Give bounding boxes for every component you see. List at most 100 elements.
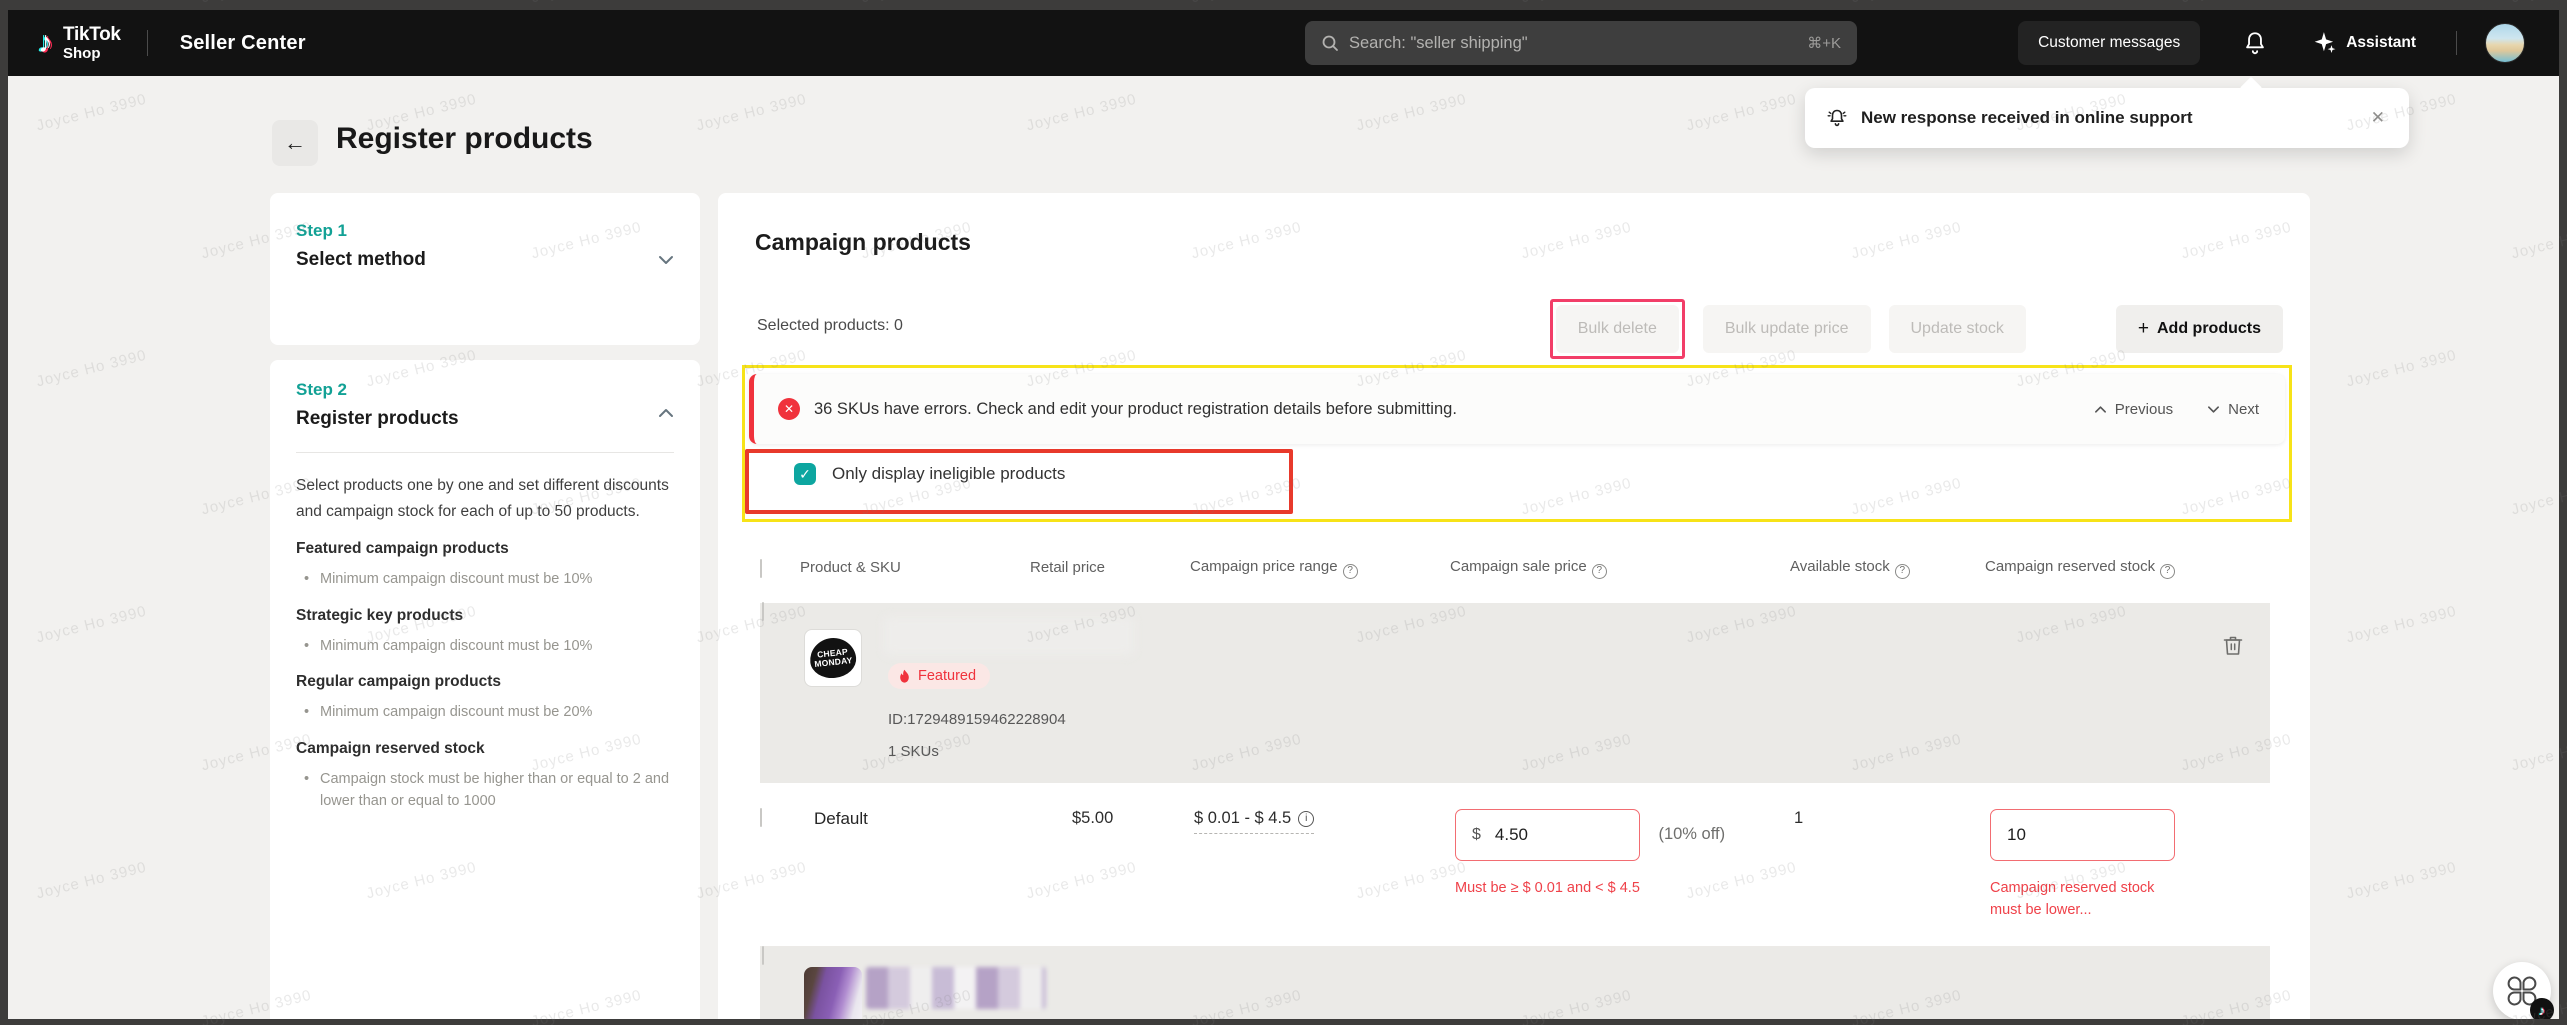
- product-group-row: CHEAP MONDAY Featured ID:172948915946222…: [760, 603, 2270, 783]
- product-group-row: [760, 947, 2270, 1019]
- info-icon[interactable]: i: [1298, 811, 1314, 827]
- assistant-label: Assistant: [2346, 34, 2416, 52]
- section-heading: Regular campaign products: [296, 673, 674, 691]
- search-placeholder: Search: "seller shipping": [1349, 34, 1807, 53]
- section-bullet: Minimum campaign discount must be 20%: [296, 701, 674, 723]
- currency-prefix: $: [1472, 826, 1481, 844]
- section-heading: Strategic key products: [296, 607, 674, 625]
- col-retail-price: Retail price: [1030, 558, 1190, 578]
- product-id: ID:1729489159462228904: [888, 711, 1066, 728]
- product-image: CHEAP MONDAY: [804, 629, 862, 687]
- customer-messages-button[interactable]: Customer messages: [2018, 21, 2200, 65]
- help-icon[interactable]: ?: [1343, 564, 1358, 579]
- notifications-bell-icon[interactable]: [2242, 30, 2268, 56]
- step2-card: Step 2 Register products Select products…: [270, 360, 700, 1019]
- error-banner-message: 36 SKUs have errors. Check and edit your…: [814, 400, 2094, 419]
- logo-text-tiktok: TikTok: [63, 25, 121, 44]
- step1-title: Select method: [296, 249, 674, 271]
- browser-viewport: ♪ TikTok Shop Seller Center Search: "sel…: [8, 10, 2559, 1019]
- chevron-down-icon[interactable]: [658, 255, 674, 265]
- sku-checkbox[interactable]: [760, 808, 762, 827]
- discount-note: (10% off): [1658, 825, 1725, 843]
- flame-icon: [898, 669, 911, 684]
- product-name-redacted: [884, 617, 1134, 655]
- col-campaign-reserved-stock: Campaign reserved stock?: [1985, 557, 2195, 578]
- nav-divider: [2456, 31, 2457, 55]
- chevron-down-icon: [2207, 405, 2220, 414]
- product-image: [804, 967, 862, 1019]
- reserved-stock-error: Campaign reserved stock must be lower...: [1990, 877, 2175, 922]
- bulk-delete-button[interactable]: Bulk delete: [1556, 305, 1679, 353]
- col-campaign-price-range: Campaign price range?: [1190, 557, 1450, 578]
- section-heading: Campaign reserved stock: [296, 740, 674, 758]
- sku-row: Default $5.00 $ 0.01 - $ 4.5 i $ (10% of…: [760, 783, 2270, 947]
- ringing-bell-icon: [1825, 106, 1849, 130]
- campaign-sale-price-input[interactable]: [1495, 825, 1595, 845]
- campaign-price-range-value: $ 0.01 - $ 4.5 i: [1194, 809, 1314, 834]
- section-bullet: Campaign stock must be higher than or eq…: [296, 768, 674, 813]
- add-products-button[interactable]: + Add products: [2116, 305, 2283, 353]
- divider: [296, 452, 674, 453]
- bulk-actions-row: Bulk delete Bulk update price Update sto…: [1550, 299, 2283, 359]
- campaign-sale-price-field: $: [1455, 809, 1640, 861]
- top-navbar: ♪ TikTok Shop Seller Center Search: "sel…: [8, 10, 2559, 76]
- featured-badge: Featured: [888, 663, 990, 689]
- help-icon[interactable]: ?: [1592, 564, 1607, 579]
- ineligible-filter-label: Only display ineligible products: [832, 464, 1065, 484]
- product-checkbox[interactable]: [762, 946, 764, 965]
- bulk-update-price-button[interactable]: Bulk update price: [1703, 305, 1871, 353]
- logo-text-shop: Shop: [63, 46, 121, 61]
- product-checkbox[interactable]: [762, 602, 764, 621]
- previous-error-button[interactable]: Previous: [2094, 401, 2173, 418]
- section-bullet: Minimum campaign discount must be 10%: [296, 635, 674, 657]
- select-all-checkbox[interactable]: [760, 559, 762, 578]
- delete-trash-icon[interactable]: [2222, 633, 2244, 657]
- page-title: Register products: [336, 122, 593, 156]
- error-icon: ✕: [778, 398, 800, 420]
- col-campaign-sale-price: Campaign sale price?: [1450, 557, 1790, 578]
- tiktok-shop-logo[interactable]: ♪ TikTok Shop Seller Center: [38, 10, 306, 76]
- reserved-stock-field: [1990, 809, 2175, 861]
- selected-products-count: Selected products: 0: [757, 317, 903, 335]
- tiktok-note-icon: ♪: [38, 28, 53, 58]
- next-error-button[interactable]: Next: [2207, 401, 2259, 418]
- update-stock-button[interactable]: Update stock: [1889, 305, 2026, 353]
- step2-title: Register products: [296, 408, 674, 430]
- col-available-stock: Available stock?: [1790, 557, 1985, 578]
- account-avatar[interactable]: [2485, 23, 2525, 63]
- sale-price-error: Must be ≥ $ 0.01 and < $ 4.5: [1455, 877, 1655, 899]
- ineligible-filter-row: ✓ Only display ineligible products: [794, 463, 1065, 485]
- step2-description: Select products one by one and set diffe…: [296, 473, 674, 524]
- back-button[interactable]: ←: [272, 120, 318, 166]
- ineligible-filter-checkbox[interactable]: ✓: [794, 463, 816, 485]
- app-name: Seller Center: [180, 32, 306, 55]
- product-name-redacted: [866, 967, 1046, 1009]
- toast-close-icon[interactable]: ✕: [2367, 104, 2389, 132]
- sku-retail-price: $5.00: [1030, 783, 1190, 946]
- search-icon: [1321, 34, 1339, 52]
- assistant-button[interactable]: Assistant: [2312, 30, 2416, 56]
- table-header-row: Product & SKU Retail price Campaign pric…: [760, 533, 2270, 603]
- notification-toast: New response received in online support …: [1805, 88, 2409, 148]
- tiktok-helper-widget[interactable]: ♪: [2493, 962, 2551, 1019]
- help-icon[interactable]: ?: [1895, 564, 1910, 579]
- section-bullet: Minimum campaign discount must be 10%: [296, 568, 674, 590]
- campaign-products-panel: Campaign products Selected products: 0 B…: [718, 193, 2310, 1019]
- sku-name: Default: [800, 783, 1030, 946]
- chevron-up-icon[interactable]: [658, 408, 674, 418]
- search-shortcut: ⌘+K: [1807, 34, 1841, 52]
- sparkle-icon: [2312, 30, 2338, 56]
- step2-label: Step 2: [296, 380, 674, 400]
- step1-card[interactable]: Step 1 Select method: [270, 193, 700, 345]
- annotation-box-pink: Bulk delete: [1550, 299, 1685, 359]
- panel-title: Campaign products: [755, 229, 971, 256]
- plus-icon: +: [2138, 318, 2149, 340]
- help-icon[interactable]: ?: [2160, 564, 2175, 579]
- reserved-stock-input[interactable]: [2007, 825, 2147, 845]
- search-input[interactable]: Search: "seller shipping" ⌘+K: [1305, 21, 1857, 65]
- toast-pointer: [2240, 77, 2263, 100]
- section-heading: Featured campaign products: [296, 540, 674, 558]
- products-table: Product & SKU Retail price Campaign pric…: [760, 533, 2270, 1019]
- available-stock-value: 1: [1790, 783, 1985, 946]
- chevron-up-icon: [2094, 405, 2107, 414]
